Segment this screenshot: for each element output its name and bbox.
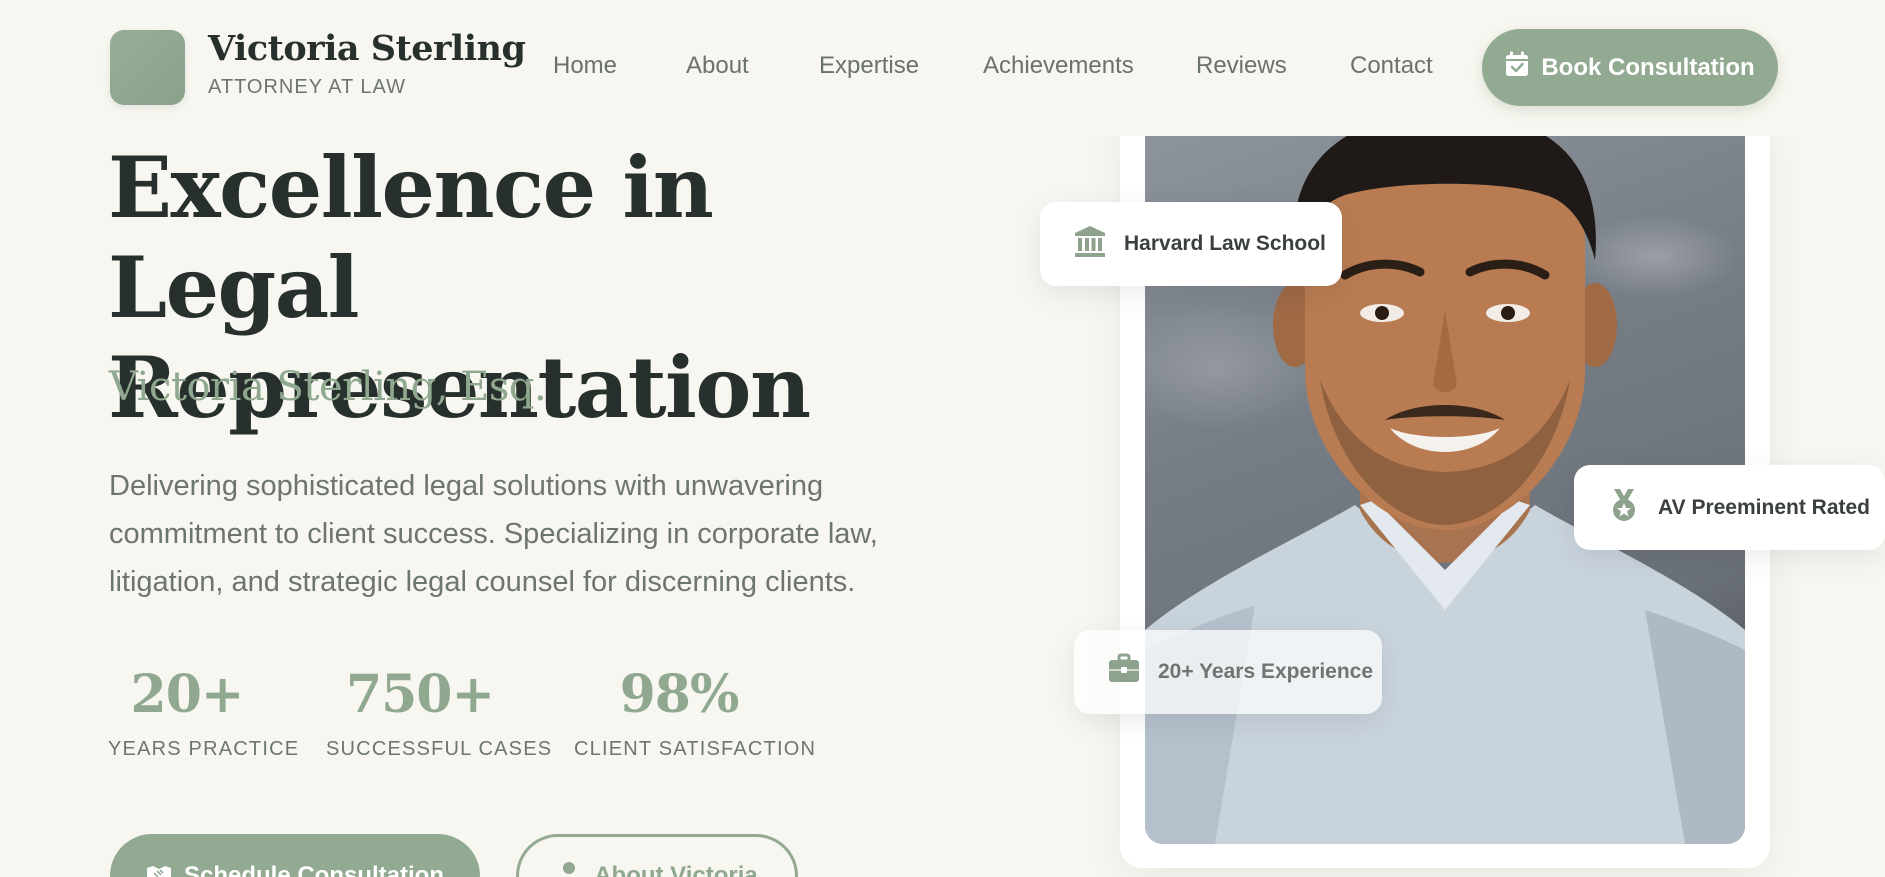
nav-link-home[interactable]: Home [553, 52, 617, 80]
logo-mark[interactable] [110, 30, 185, 105]
stat-value: 750+ [345, 664, 495, 725]
badge-av-rated-label: AV Preeminent Rated [1658, 495, 1870, 519]
schedule-consultation-label: Schedule Consultation [183, 862, 444, 877]
calendar-check-icon [1505, 51, 1529, 84]
book-consultation-button[interactable]: Book Consultation [1482, 29, 1778, 106]
stat-label: CLIENT SATISFACTION [574, 738, 817, 760]
brand-subtitle: ATTORNEY AT LAW [208, 76, 407, 98]
nav-link-contact[interactable]: Contact [1350, 52, 1433, 80]
schedule-consultation-button[interactable]: Schedule Consultation [110, 834, 480, 877]
nav-link-achievements[interactable]: Achievements [983, 52, 1134, 80]
user-icon [556, 860, 582, 877]
stat-label: SUCCESSFUL CASES [326, 738, 553, 760]
handshake-icon [146, 860, 172, 877]
award-medal-icon [1608, 488, 1640, 528]
hero-title-line-1: Excellence in Legal [108, 138, 714, 337]
badge-av-rated: AV Preeminent Rated [1574, 465, 1885, 550]
badge-harvard: Harvard Law School [1040, 202, 1342, 286]
nav-link-expertise[interactable]: Expertise [819, 52, 919, 80]
stat-years: 20+ YEARS PRACTICE [108, 660, 300, 761]
briefcase-icon [1108, 652, 1140, 692]
page: Victoria Sterling ATTORNEY AT LAW Home A… [0, 0, 1885, 877]
nav-link-reviews[interactable]: Reviews [1196, 52, 1287, 80]
stat-value: 98% [619, 664, 740, 725]
about-victoria-button[interactable]: About Victoria [516, 834, 798, 877]
stat-label: YEARS PRACTICE [108, 738, 300, 760]
about-victoria-label: About Victoria [594, 862, 758, 877]
book-consultation-label: Book Consultation [1541, 53, 1755, 81]
badge-harvard-label: Harvard Law School [1124, 232, 1326, 255]
university-icon [1074, 224, 1106, 264]
badge-experience-label: 20+ Years Experience [1158, 660, 1374, 683]
nav-link-about[interactable]: About [686, 52, 749, 80]
stat-satisfaction: 98% CLIENT SATISFACTION [574, 660, 817, 761]
hero-description: Delivering sophisticated legal solutions… [109, 470, 878, 598]
brand-name[interactable]: Victoria Sterling [208, 28, 526, 69]
site-header: Victoria Sterling ATTORNEY AT LAW Home A… [0, 0, 1885, 136]
badge-experience: 20+ Years Experience [1074, 630, 1382, 714]
attorney-name: Victoria Sterling, Esq. [109, 364, 547, 410]
stat-value: 20+ [130, 664, 245, 725]
stat-cases: 750+ SUCCESSFUL CASES [326, 660, 553, 761]
